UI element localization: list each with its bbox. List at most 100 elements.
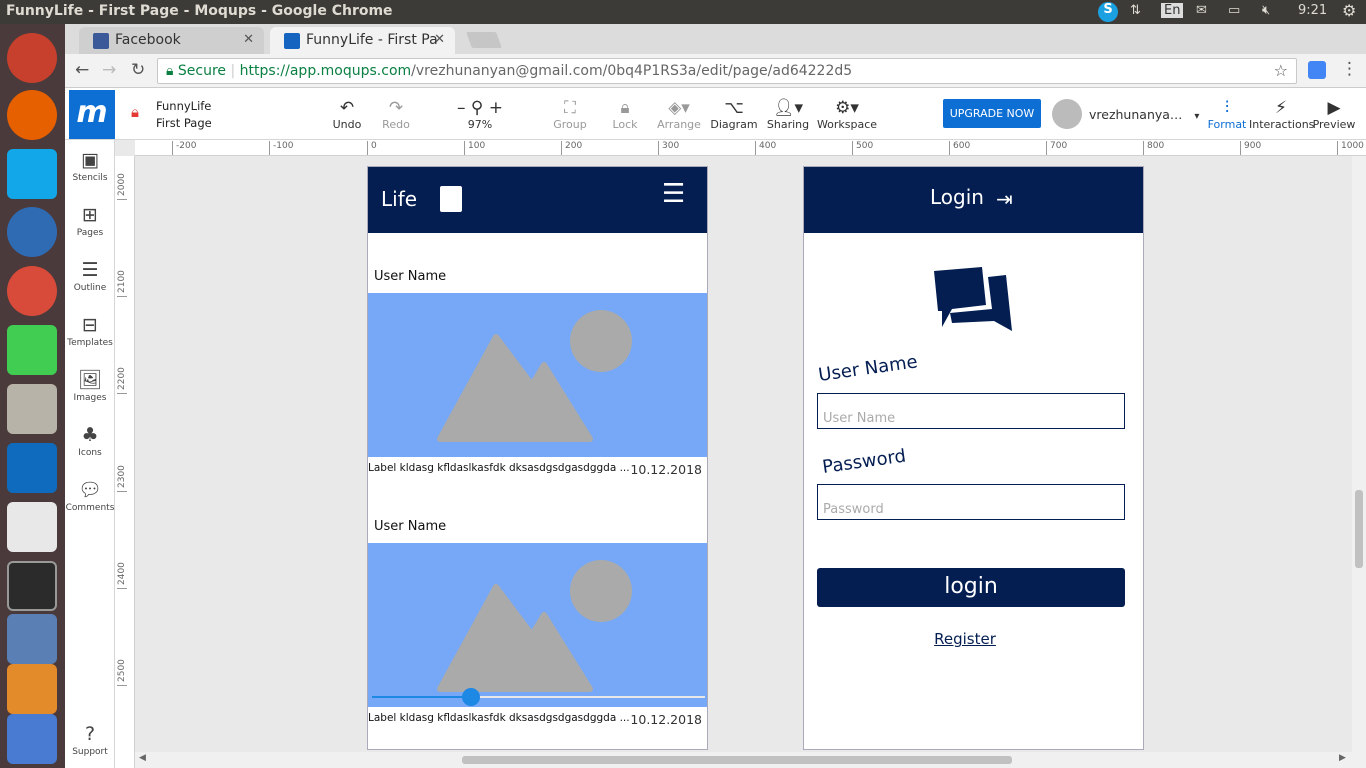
thunderbird-icon[interactable] xyxy=(7,207,57,257)
card-label: Label kldasg kfldaslkasfdk dksasdgsdgasd… xyxy=(368,462,630,474)
outline-button[interactable]: ☰ Outline xyxy=(65,258,115,293)
redo-button[interactable]: ↷ Redo xyxy=(364,98,428,131)
chrome-menu-icon[interactable]: ⋮ xyxy=(1341,59,1358,79)
network-icon[interactable]: ⇅ xyxy=(1130,3,1141,18)
terminal-icon[interactable] xyxy=(7,561,57,611)
zoom-level: 97% xyxy=(467,118,493,131)
support-button[interactable]: ? Support xyxy=(65,722,115,757)
google-translate-icon[interactable] xyxy=(1308,61,1326,79)
vertical-scrollbar[interactable] xyxy=(1352,156,1366,768)
qt-creator-icon[interactable] xyxy=(7,325,57,375)
firefox-icon[interactable] xyxy=(7,90,57,140)
outline-icon: ☰ xyxy=(81,259,99,281)
stencils-button[interactable]: ▣ Stencils xyxy=(65,148,115,183)
scrollbar-thumb[interactable] xyxy=(1355,490,1363,568)
project-breadcrumb[interactable]: FunnyLife First Page xyxy=(156,98,212,132)
facebook-favicon-icon xyxy=(93,33,109,49)
skype-preview-icon[interactable] xyxy=(7,149,57,199)
password-label: Password xyxy=(821,445,908,478)
ruler-tick: 300 xyxy=(658,141,679,155)
register-link[interactable]: Register xyxy=(804,630,1126,648)
scroll-left-arrow-icon[interactable]: ◀ xyxy=(139,753,146,763)
bookmark-star-icon[interactable]: ☆ xyxy=(1274,61,1288,80)
scroll-right-arrow-icon[interactable]: ▶ xyxy=(1339,753,1346,763)
avatar[interactable] xyxy=(1052,99,1082,129)
login-button[interactable]: login xyxy=(817,568,1125,607)
keyboard-layout[interactable]: En xyxy=(1161,3,1184,18)
phpstorm-icon[interactable] xyxy=(7,502,57,552)
ruler-tick: 1000 xyxy=(1337,141,1364,155)
ruler-tick: 800 xyxy=(1143,141,1164,155)
pages-icon: ⊞ xyxy=(82,204,98,226)
tab-facebook[interactable]: Facebook ✕ xyxy=(79,27,264,54)
ruler-tick: 2000 xyxy=(117,173,127,200)
preview-button[interactable]: ▶ Preview xyxy=(1302,98,1366,131)
close-tab-icon[interactable]: ✕ xyxy=(243,32,254,47)
ruler-tick: -100 xyxy=(269,141,293,155)
ruler-tick: 2200 xyxy=(117,367,127,394)
url-input[interactable]: 🔒︎ Secure | https://app.moqups.com/vrezh… xyxy=(157,58,1297,84)
secure-label: Secure xyxy=(177,63,227,79)
upgrade-now-button[interactable]: UPGRADE NOW xyxy=(943,99,1041,128)
skype-tray-icon[interactable]: S xyxy=(1098,2,1118,22)
username-field[interactable]: User Name xyxy=(817,393,1125,429)
card-label: Label kldasg kfldaslkasfdk dksasdgsdgasd… xyxy=(368,712,630,724)
user-menu[interactable]: vrezhunanya… ▾ xyxy=(1089,107,1199,122)
file-cabinet-icon[interactable] xyxy=(7,384,57,434)
images-button[interactable]: 🖼︎ Images xyxy=(65,368,115,403)
feed-screen-mockup[interactable]: Life ☰ User Name Label kldasg kfldaslkas… xyxy=(367,166,708,750)
forward-arrow-icon[interactable]: → xyxy=(102,60,116,80)
slider-track[interactable] xyxy=(372,696,705,698)
workspace-button[interactable]: ⚙▾ Workspace xyxy=(815,98,879,131)
login-header[interactable]: Login ⇥ xyxy=(804,167,1143,233)
reload-icon[interactable]: ↻ xyxy=(131,60,145,80)
card-date: 10.12.2018 xyxy=(630,462,702,477)
login-title: Login xyxy=(930,185,984,209)
ruler-tick: 2400 xyxy=(117,562,127,589)
close-tab-icon[interactable]: ✕ xyxy=(434,32,445,47)
new-tab-button[interactable] xyxy=(466,32,502,48)
horizontal-scrollbar[interactable]: ◀ ▶ xyxy=(135,752,1352,768)
moqups-logo[interactable]: m xyxy=(69,90,115,139)
office-suite-icon[interactable] xyxy=(7,614,57,664)
design-canvas[interactable]: Life ☰ User Name Label kldasg kfldaslkas… xyxy=(135,156,1352,752)
pages-button[interactable]: ⊞ Pages xyxy=(65,203,115,238)
sharing-button[interactable]: 👤︎▾ Sharing xyxy=(756,98,820,131)
card-user-name: User Name xyxy=(374,519,447,534)
login-screen-mockup[interactable]: Login ⇥ User Name User Name Password Pas… xyxy=(803,166,1144,750)
moqups-favicon-icon xyxy=(284,33,300,49)
sign-in-icon: ⇥ xyxy=(996,187,1013,211)
image-placeholder[interactable] xyxy=(368,293,707,457)
battery-icon[interactable]: ▭ xyxy=(1228,3,1240,18)
clock[interactable]: 9:21 xyxy=(1298,3,1327,18)
tab-moqups[interactable]: FunnyLife - First Pa ✕ xyxy=(270,27,455,54)
unsaved-lock-icon: 🔒︎ xyxy=(131,103,139,121)
ubuntu-icon[interactable] xyxy=(7,33,57,83)
icons-button[interactable]: ♣ Icons xyxy=(65,423,115,458)
settings-gear-icon[interactable]: ⚙ xyxy=(1342,1,1356,20)
back-arrow-icon[interactable]: ← xyxy=(75,60,89,80)
comments-button[interactable]: 💬︎ Comments xyxy=(65,478,115,513)
vscode-icon[interactable] xyxy=(7,443,57,493)
images-icon: 🖼︎ xyxy=(77,369,103,391)
feed-header[interactable]: Life ☰ xyxy=(368,167,707,233)
mail-icon[interactable]: ✉ xyxy=(1196,3,1207,18)
hamburger-menu-icon[interactable]: ☰ xyxy=(662,179,685,209)
ruler-tick: 500 xyxy=(852,141,873,155)
ruler-tick: 600 xyxy=(949,141,970,155)
redo-icon: ↷ xyxy=(388,98,404,118)
film-icon xyxy=(440,186,462,212)
chrome-icon[interactable] xyxy=(7,266,57,316)
password-field[interactable]: Password xyxy=(817,484,1125,520)
scrollbar-thumb[interactable] xyxy=(462,756,1012,764)
slider-thumb[interactable] xyxy=(462,688,480,706)
workspace-switcher-icon[interactable] xyxy=(7,714,57,764)
card-user-name: User Name xyxy=(374,269,447,284)
zoom-control[interactable]: – ⚲ +97% xyxy=(448,98,512,131)
volume-icon[interactable]: 🔇︎ xyxy=(1262,3,1270,18)
ruler-tick: 700 xyxy=(1046,141,1067,155)
user-name: vrezhunanya… xyxy=(1089,107,1183,122)
image-placeholder[interactable] xyxy=(368,543,707,707)
impress-icon[interactable] xyxy=(7,664,57,714)
templates-button[interactable]: ⊟ Templates xyxy=(65,313,115,348)
